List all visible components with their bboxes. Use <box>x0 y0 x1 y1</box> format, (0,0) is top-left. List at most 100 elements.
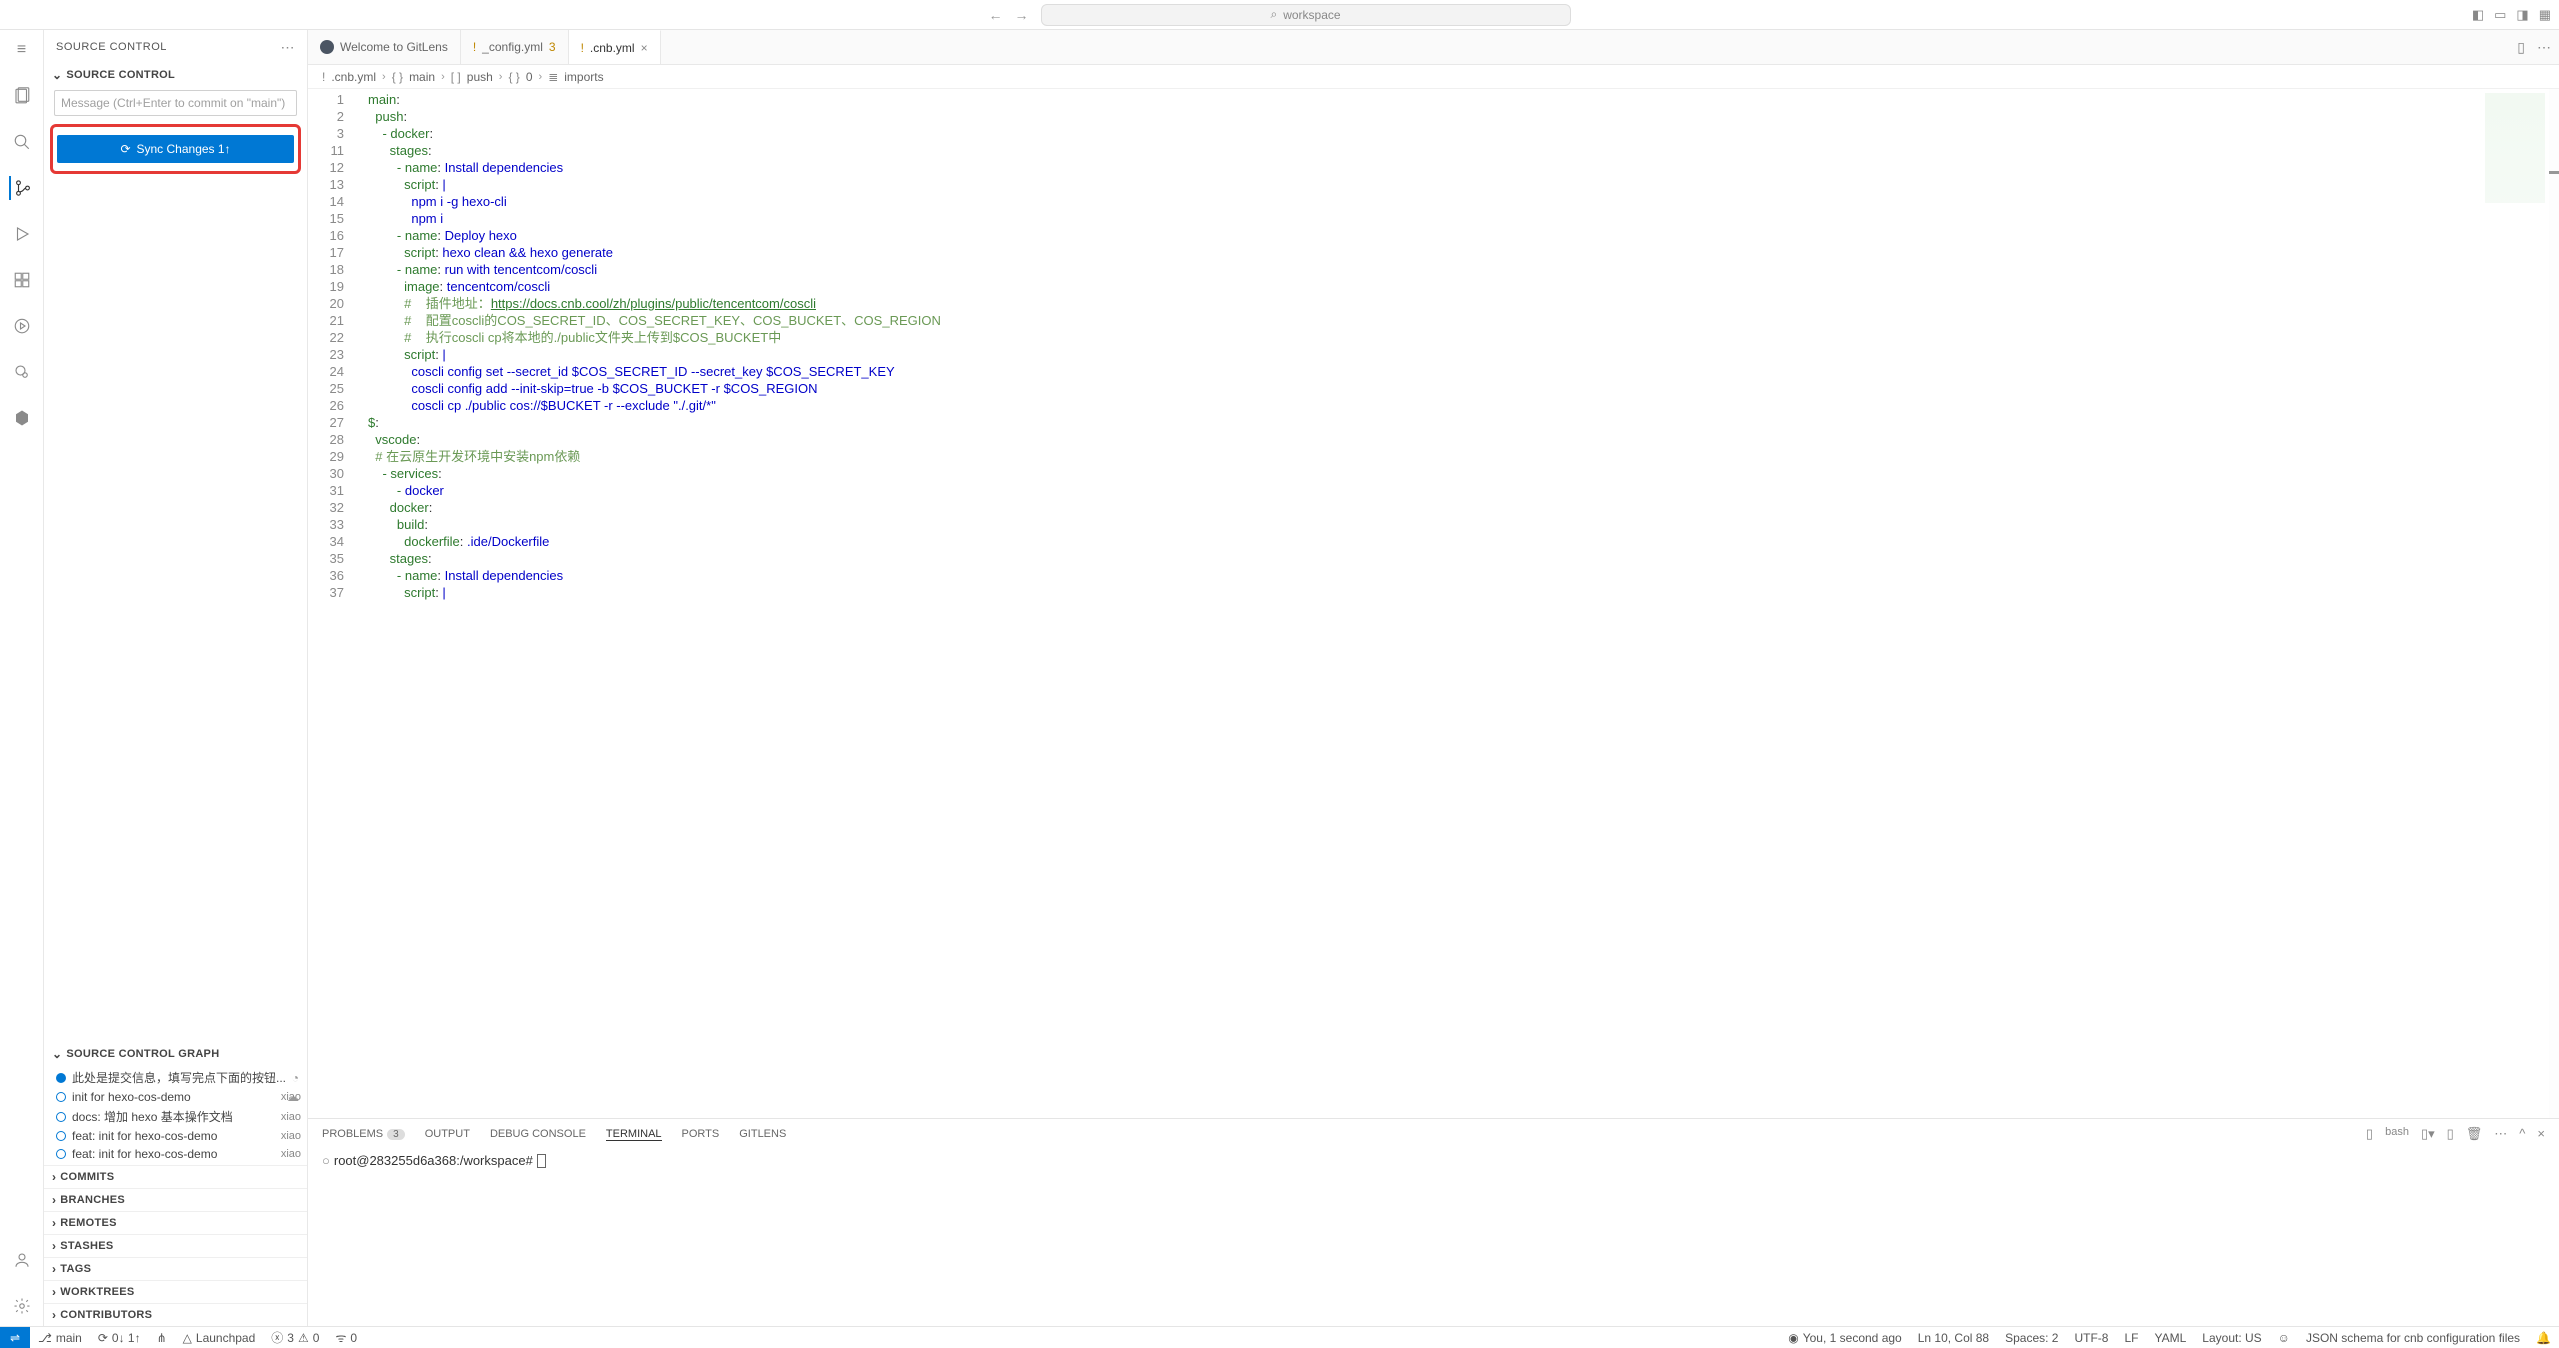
graph-item[interactable]: docs: 增加 hexo 基本操作文档 xiao <box>44 1106 307 1127</box>
split-editor-icon[interactable]: ▯ <box>2517 39 2525 56</box>
status-position[interactable]: Ln 10, Col 88 <box>1910 1331 1997 1345</box>
panel-tab-terminal[interactable]: TERMINAL <box>606 1128 662 1141</box>
status-feedback-icon[interactable]: ☺ <box>2270 1331 2298 1345</box>
graph-item[interactable]: 此处是提交信息，填写完点下面的按钮... ◔ <box>44 1067 307 1088</box>
layout-primary-side-icon[interactable]: ◧ <box>2472 7 2484 23</box>
status-bell-icon[interactable]: 🔔 <box>2528 1331 2559 1345</box>
editor-area: Welcome to GitLens ! _config.yml 3 ! .cn… <box>308 30 2559 1326</box>
section-remotes[interactable]: ›REMOTES <box>44 1211 307 1234</box>
section-label: STASHES <box>60 1240 113 1252</box>
remote-icon: ⇌ <box>10 1331 20 1345</box>
layout-panel-icon[interactable]: ▭ <box>2494 7 2506 23</box>
status-spaces[interactable]: Spaces: 2 <box>1997 1331 2066 1345</box>
gitlens-play-icon[interactable] <box>10 314 34 338</box>
graph-item[interactable]: feat: init for hexo-cos-demo xiao <box>44 1127 307 1145</box>
object-icon: { } <box>508 70 519 84</box>
status-schema[interactable]: JSON schema for cnb configuration files <box>2298 1331 2528 1345</box>
section-branches[interactable]: ›BRANCHES <box>44 1188 307 1211</box>
section-graph[interactable]: ⌄ SOURCE CONTROL GRAPH <box>44 1043 307 1065</box>
chevron-right-icon: › <box>52 1308 56 1322</box>
panel-tab-problems[interactable]: PROBLEMS3 <box>322 1128 405 1140</box>
panel-close-icon[interactable]: × <box>2537 1126 2545 1142</box>
activity-bar: ≡ <box>0 30 44 1326</box>
bottom-panel: PROBLEMS3 OUTPUT DEBUG CONSOLE TERMINAL … <box>308 1118 2559 1326</box>
settings-gear-icon[interactable] <box>10 1294 34 1318</box>
section-sc-label: SOURCE CONTROL <box>66 69 175 81</box>
title-bar: ← → ⌕ workspace ◧ ▭ ◨ ▦ <box>0 0 2559 30</box>
source-control-icon[interactable] <box>9 176 33 200</box>
status-branch[interactable]: ⎇main <box>30 1331 90 1345</box>
panel-tab-debug-console[interactable]: DEBUG CONSOLE <box>490 1128 586 1140</box>
search-activity-icon[interactable] <box>10 130 34 154</box>
yaml-warn-icon: ! <box>473 40 476 54</box>
tab-label: Welcome to GitLens <box>340 40 448 54</box>
status-blame[interactable]: ◉You, 1 second ago <box>1780 1331 1909 1345</box>
graph-item[interactable]: feat: init for hexo-cos-demo xiao <box>44 1145 307 1163</box>
editor-more-icon[interactable]: ⋯ <box>2537 39 2551 56</box>
code-content[interactable]: main: push: - docker: stages: - name: In… <box>368 89 2559 601</box>
status-layout[interactable]: Layout: US <box>2194 1331 2269 1345</box>
nav-back-icon[interactable]: ← <box>989 7 1003 23</box>
panel-tab-output[interactable]: OUTPUT <box>425 1128 470 1140</box>
split-terminal-icon[interactable]: ▯▾ <box>2421 1126 2435 1142</box>
panel-tab-gitlens[interactable]: GITLENS <box>739 1128 786 1140</box>
tab-mod-count: 3 <box>549 40 556 54</box>
overview-ruler[interactable] <box>2549 89 2559 1118</box>
graph-item[interactable]: init for hexo-cos-demo xiao ☁ <box>44 1088 307 1106</box>
section-source-control[interactable]: ⌄ SOURCE CONTROL <box>44 64 307 86</box>
commit-dot-icon <box>56 1131 66 1141</box>
explorer-icon[interactable] <box>10 84 34 108</box>
accounts-icon[interactable] <box>10 1248 34 1272</box>
section-label: CONTRIBUTORS <box>60 1309 152 1321</box>
extensions-icon[interactable] <box>10 268 34 292</box>
nav-forward-icon[interactable]: → <box>1015 7 1029 23</box>
new-terminal-icon[interactable]: ▯ <box>2447 1126 2454 1142</box>
kill-terminal-icon[interactable]: 🗑 <box>2466 1126 2483 1142</box>
layout-secondary-side-icon[interactable]: ◨ <box>2516 7 2528 23</box>
status-encoding[interactable]: UTF-8 <box>2066 1331 2116 1345</box>
panel-tab-ports[interactable]: PORTS <box>682 1128 720 1140</box>
broadcast-icon: ᯤ <box>335 1329 346 1346</box>
hex-icon[interactable] <box>10 406 34 430</box>
panel-maximize-icon[interactable]: ^ <box>2519 1126 2525 1142</box>
section-tags[interactable]: ›TAGS <box>44 1257 307 1280</box>
status-problems[interactable]: ⓧ3⚠0 <box>263 1329 327 1346</box>
section-worktrees[interactable]: ›WORKTREES <box>44 1280 307 1303</box>
sidebar-title: SOURCE CONTROL <box>56 41 167 53</box>
commit-dot-icon <box>56 1149 66 1159</box>
tab-welcome-gitlens[interactable]: Welcome to GitLens <box>308 30 461 64</box>
gitlens-inspect-icon[interactable] <box>10 360 34 384</box>
status-launchpad[interactable]: △Launchpad <box>175 1331 264 1345</box>
status-ports[interactable]: ᯤ0 <box>327 1329 365 1346</box>
run-debug-icon[interactable] <box>10 222 34 246</box>
command-center[interactable]: ⌕ workspace <box>1041 4 1571 26</box>
sidebar-more-icon[interactable]: ⋯ <box>281 39 296 56</box>
section-stashes[interactable]: ›STASHES <box>44 1234 307 1257</box>
branch-icon: ⎇ <box>38 1331 52 1345</box>
chevron-right-icon: › <box>52 1285 56 1299</box>
crumb: imports <box>564 70 603 84</box>
close-icon[interactable]: × <box>641 41 648 55</box>
commit-message-input[interactable] <box>54 90 297 116</box>
status-graph-icon[interactable]: ⋔ <box>149 1331 175 1345</box>
terminal-profile-icon[interactable]: ▯ <box>2366 1126 2373 1142</box>
section-commits[interactable]: ›COMMITS <box>44 1165 307 1188</box>
status-language[interactable]: YAML <box>2147 1331 2195 1345</box>
menu-icon[interactable]: ≡ <box>10 38 34 62</box>
crumb: main <box>409 70 435 84</box>
remote-indicator[interactable]: ⇌ <box>0 1327 30 1348</box>
code-editor[interactable]: 1231112131415161718192021222324252627282… <box>308 89 2559 1118</box>
terminal[interactable]: ○ root@283255d6a368:/workspace# <box>308 1149 2559 1326</box>
tab-cnb-yml[interactable]: ! .cnb.yml × <box>569 30 661 64</box>
breadcrumb[interactable]: !.cnb.yml› { }main› [ ]push› { }0› ≣impo… <box>308 65 2559 89</box>
section-contributors[interactable]: › CONTRIBUTORS <box>44 1303 307 1326</box>
customize-layout-icon[interactable]: ▦ <box>2539 7 2551 23</box>
sync-changes-button[interactable]: ⟳ Sync Changes 1↑ <box>57 135 294 163</box>
tab-config-yml[interactable]: ! _config.yml 3 <box>461 30 569 64</box>
ports-count: 0 <box>350 1331 357 1345</box>
launchpad-label: Launchpad <box>196 1331 255 1345</box>
panel-more-icon[interactable]: ⋯ <box>2494 1126 2507 1142</box>
sync-counts: 0↓ 1↑ <box>112 1331 141 1345</box>
status-eol[interactable]: LF <box>2116 1331 2146 1345</box>
status-sync[interactable]: ⟳0↓ 1↑ <box>90 1331 149 1345</box>
